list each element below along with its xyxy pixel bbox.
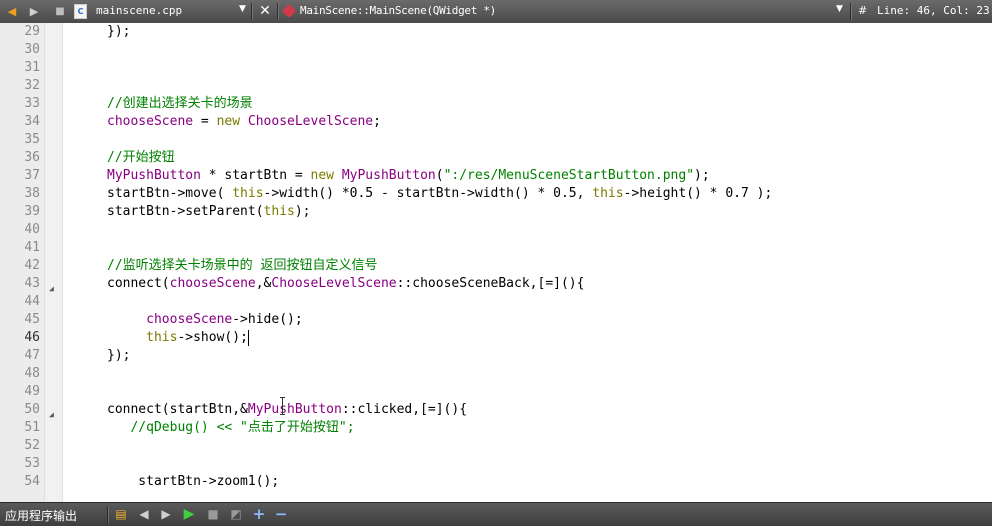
code-editor[interactable]: 29}); 30 31 32 33//创建出选择关卡的场景 34 chooseScene =… xyxy=(0,23,992,502)
symbol-selector[interactable]: MainScene::MainScene(QWidget *) xyxy=(300,4,496,17)
divider xyxy=(107,506,109,523)
code-line[interactable]: 50 ◢ connect(startBtn,&MyPushButton::click… xyxy=(0,401,992,419)
line-number: 52 xyxy=(24,438,40,453)
mouse-ibeam-cursor xyxy=(280,397,288,415)
line-number: 35 xyxy=(24,132,40,147)
line-number: 38 xyxy=(24,186,40,201)
prev-icon[interactable]: ◀ xyxy=(136,506,152,522)
code-text: //开始按钮 xyxy=(107,150,175,165)
code-text: //qDebug() << "点击了开始按钮"; xyxy=(107,420,355,435)
line-number: 45 xyxy=(24,312,40,327)
code-line[interactable]: 34 chooseScene = new ChooseLevelScene; xyxy=(0,113,992,131)
code-line[interactable]: 49 xyxy=(0,383,992,401)
code-text: MyPushButton * startBtn = new MyPushButt… xyxy=(107,168,710,183)
line-number: 30 xyxy=(24,42,40,57)
code-line[interactable]: 46 this->show(); xyxy=(0,329,992,347)
code-line[interactable]: 35 xyxy=(0,131,992,149)
editor-toolbar: ◀ ▶ ■ C mainscene.cpp ▼ ✕ MainScene::Mai… xyxy=(0,0,992,24)
code-line[interactable]: 44 xyxy=(0,293,992,311)
code-line[interactable]: 38 startBtn->move( this->width() *0.5 - s… xyxy=(0,185,992,203)
output-pane-bar: 应用程序输出 ▤ ◀ ▶ ▶ ■ ◩ + − xyxy=(0,502,992,526)
code-text: chooseScene->hide(); xyxy=(146,312,303,327)
code-line[interactable]: 52 xyxy=(0,437,992,455)
line-number: 36 xyxy=(24,150,40,165)
divider xyxy=(277,3,279,20)
code-line[interactable]: 41 xyxy=(0,239,992,257)
code-line[interactable]: 54 startBtn->zoom1(); xyxy=(0,473,992,491)
line-number: 29 xyxy=(24,24,40,39)
line-number: 40 xyxy=(24,222,40,237)
file-selector[interactable]: mainscene.cpp xyxy=(96,4,182,17)
attach-icon[interactable]: ◩ xyxy=(228,506,244,522)
line-number: 49 xyxy=(24,384,40,399)
code-line[interactable]: 36 //开始按钮 xyxy=(0,149,992,167)
code-text: }); xyxy=(107,348,131,363)
code-text: chooseScene = new ChooseLevelScene; xyxy=(107,114,381,129)
code-text: //创建出选择关卡的场景 xyxy=(107,96,253,111)
code-line[interactable]: 42 //监听选择关卡场景中的 返回按钮自定义信号 xyxy=(0,257,992,275)
code-line[interactable]: 51 //qDebug() << "点击了开始按钮"; xyxy=(0,419,992,437)
text-cursor xyxy=(247,330,249,346)
cpp-file-icon: C xyxy=(74,4,87,19)
code-line[interactable]: 47}); xyxy=(0,347,992,365)
code-line[interactable]: 37 MyPushButton * startBtn = new MyPushBu… xyxy=(0,167,992,185)
chevron-down-icon[interactable]: ▼ xyxy=(836,4,843,14)
line-column-indicator[interactable]: Line: 46, Col: 23 xyxy=(877,4,990,17)
line-number: 44 xyxy=(24,294,40,309)
code-line[interactable]: 53 xyxy=(0,455,992,473)
panel-title[interactable]: 应用程序输出 xyxy=(5,507,77,524)
code-line[interactable]: 30 xyxy=(0,41,992,59)
code-text: connect(chooseScene,&ChooseLevelScene::c… xyxy=(107,276,585,291)
line-number: 43 xyxy=(24,276,40,291)
line-number: 39 xyxy=(24,204,40,219)
code-text: this->show(); xyxy=(146,330,248,345)
line-number: 50 xyxy=(24,402,40,417)
code-line[interactable]: 32 xyxy=(0,77,992,95)
lock-icon[interactable]: ■ xyxy=(52,3,68,19)
line-number: 33 xyxy=(24,96,40,111)
zoom-in-icon[interactable]: + xyxy=(251,505,267,523)
divider xyxy=(251,3,253,20)
line-number: 41 xyxy=(24,240,40,255)
code-line[interactable]: 33 //创建出选择关卡的场景 xyxy=(0,95,992,113)
line-number: 51 xyxy=(24,420,40,435)
code-text: startBtn->zoom1(); xyxy=(107,474,280,489)
class-icon xyxy=(281,3,297,19)
code-text: //监听选择关卡场景中的 返回按钮自定义信号 xyxy=(107,258,378,273)
run-icon[interactable]: ▶ xyxy=(181,506,197,522)
line-number: 53 xyxy=(24,456,40,471)
line-number: 32 xyxy=(24,78,40,93)
code-text: startBtn->move( this->width() *0.5 - sta… xyxy=(107,186,773,201)
close-document-button[interactable]: ✕ xyxy=(257,3,273,19)
code-line[interactable]: 39 startBtn->setParent(this); xyxy=(0,203,992,221)
line-number: 46 xyxy=(24,330,40,345)
code-line[interactable]: 40 xyxy=(0,221,992,239)
line-number: 31 xyxy=(24,60,40,75)
code-line[interactable]: 45 chooseScene->hide(); xyxy=(0,311,992,329)
code-line[interactable]: 31 xyxy=(0,59,992,77)
code-text: startBtn->setParent(this); xyxy=(107,204,311,219)
line-number: 47 xyxy=(24,348,40,363)
code-line[interactable]: 29}); xyxy=(0,23,992,41)
forward-arrow-icon[interactable]: ▶ xyxy=(26,3,42,19)
line-number: 54 xyxy=(24,474,40,489)
line-number: 37 xyxy=(24,168,40,183)
line-number: 42 xyxy=(24,258,40,273)
back-arrow-icon[interactable]: ◀ xyxy=(4,3,20,19)
code-area[interactable]: 29}); 30 31 32 33//创建出选择关卡的场景 34 chooseScene =… xyxy=(0,23,992,502)
code-line[interactable]: 48 xyxy=(0,365,992,383)
code-line[interactable]: 43 ◢ connect(chooseScene,&ChooseLevelScene… xyxy=(0,275,992,293)
code-text: }); xyxy=(107,24,131,39)
stop-icon[interactable]: ■ xyxy=(205,506,221,522)
hash-label: # xyxy=(858,4,868,17)
zoom-out-icon[interactable]: − xyxy=(273,505,289,523)
chevron-down-icon[interactable]: ▼ xyxy=(239,4,246,14)
next-icon[interactable]: ▶ xyxy=(158,506,174,522)
divider xyxy=(850,3,852,20)
line-number: 48 xyxy=(24,366,40,381)
line-number: 34 xyxy=(24,114,40,129)
output-panel-icon[interactable]: ▤ xyxy=(113,506,129,522)
